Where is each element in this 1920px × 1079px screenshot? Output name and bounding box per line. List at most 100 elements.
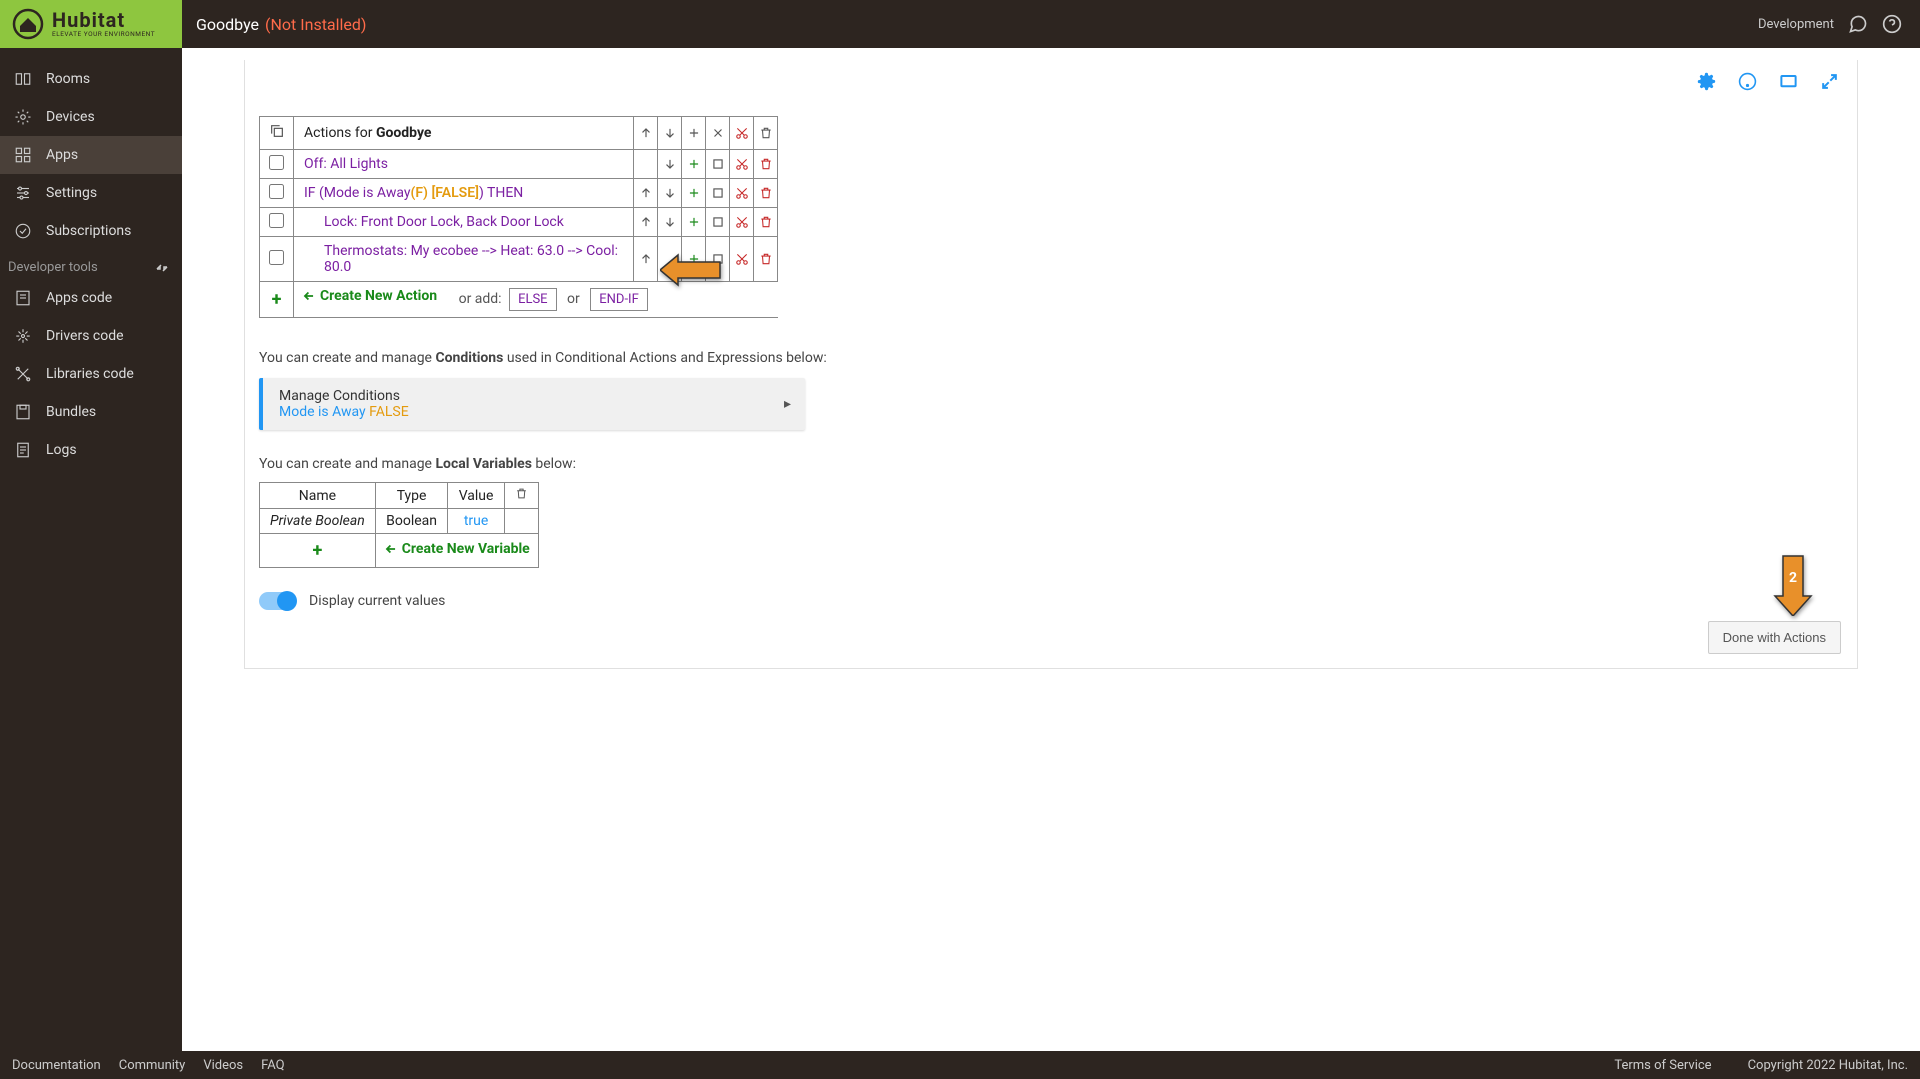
callout-arrow-2: 2 xyxy=(1771,554,1815,620)
done-with-actions-button[interactable]: Done with Actions xyxy=(1708,621,1841,654)
settings-icon xyxy=(14,184,32,202)
action-text[interactable]: IF (Mode is Away(F) [FALSE]) THEN xyxy=(294,179,634,208)
local-vars-table: Name Type Value Private Boolean Boolean … xyxy=(259,482,539,568)
sidebar-item-librariescode[interactable]: Libraries code xyxy=(0,355,182,393)
row-up-icon[interactable] xyxy=(634,208,658,237)
topbar: Hubitat ELEVATE YOUR ENVIRONMENT Goodbye… xyxy=(0,0,1920,48)
footer-link-faq[interactable]: FAQ xyxy=(261,1058,284,1073)
footer-copyright: Copyright 2022 Hubitat, Inc. xyxy=(1748,1058,1908,1073)
chevron-right-icon: ▸ xyxy=(784,396,791,412)
row-up-icon[interactable] xyxy=(634,237,658,282)
action-text[interactable]: Thermostats: My ecobee --> Heat: 63.0 --… xyxy=(294,237,634,282)
footer-link-community[interactable]: Community xyxy=(119,1058,186,1073)
sidebar-item-appscode[interactable]: Apps code xyxy=(0,279,182,317)
librariescode-icon xyxy=(14,365,32,383)
row-stop-icon[interactable] xyxy=(706,208,730,237)
sidebar: Rooms Devices Apps Settings Subscription… xyxy=(0,48,182,1051)
rooms-icon xyxy=(14,70,32,88)
appscode-icon xyxy=(14,289,32,307)
localvars-intro: You can create and manage Local Variable… xyxy=(259,456,1843,472)
sidebar-item-logs[interactable]: Logs xyxy=(0,431,182,469)
collapse-icon[interactable] xyxy=(156,262,168,274)
action-row: Lock: Front Door Lock, Back Door Lock xyxy=(260,208,778,237)
actions-header-row: Actions for Goodbye xyxy=(260,117,778,150)
row-delete-icon[interactable] xyxy=(754,237,778,282)
callout-arrow-1 xyxy=(660,253,722,291)
footer-link-videos[interactable]: Videos xyxy=(203,1058,243,1073)
row-stop-icon[interactable] xyxy=(706,150,730,179)
row-down-icon[interactable] xyxy=(658,150,682,179)
header-up-icon[interactable] xyxy=(634,117,658,150)
action-row: IF (Mode is Away(F) [FALSE]) THEN xyxy=(260,179,778,208)
header-down-icon[interactable] xyxy=(658,117,682,150)
row-down-icon[interactable] xyxy=(658,208,682,237)
sidebar-item-bundles[interactable]: Bundles xyxy=(0,393,182,431)
row-cut-icon[interactable] xyxy=(730,179,754,208)
manage-conditions-box[interactable]: Manage Conditions Mode is Away FALSE ▸ xyxy=(259,378,805,430)
row-add-icon[interactable] xyxy=(682,150,706,179)
logo[interactable]: Hubitat ELEVATE YOUR ENVIRONMENT xyxy=(0,0,182,48)
add-action-button[interactable]: + xyxy=(260,282,294,318)
header-delete-icon[interactable] xyxy=(754,117,778,150)
row-delete-icon[interactable] xyxy=(754,179,778,208)
row-checkbox[interactable] xyxy=(269,155,284,170)
vars-delete-header-icon[interactable] xyxy=(504,483,538,509)
row-down-icon[interactable] xyxy=(658,179,682,208)
row-cut-icon[interactable] xyxy=(730,150,754,179)
help-circle-icon[interactable] xyxy=(1738,72,1757,91)
create-new-variable-link[interactable]: Create New Variable xyxy=(384,541,530,557)
logo-text: Hubitat ELEVATE YOUR ENVIRONMENT xyxy=(52,10,155,38)
row-stop-icon[interactable] xyxy=(706,179,730,208)
conditions-intro: You can create and manage Conditions use… xyxy=(259,350,1843,366)
header-cancel-icon[interactable] xyxy=(706,117,730,150)
footer-link-documentation[interactable]: Documentation xyxy=(12,1058,101,1073)
sidebar-item-driverscode[interactable]: Drivers code xyxy=(0,317,182,355)
sidebar-item-devices[interactable]: Devices xyxy=(0,98,182,136)
footer-terms[interactable]: Terms of Service xyxy=(1614,1058,1711,1073)
sidebar-dev-section: Developer tools xyxy=(0,250,182,279)
endif-button[interactable]: END-IF xyxy=(590,288,648,311)
var-row: Private Boolean Boolean true xyxy=(260,509,539,534)
row-checkbox[interactable] xyxy=(269,184,284,199)
footer: Documentation Community Videos FAQ Terms… xyxy=(0,1051,1920,1079)
header-add-icon[interactable] xyxy=(682,117,706,150)
action-text[interactable]: Lock: Front Door Lock, Back Door Lock xyxy=(294,208,634,237)
row-checkbox[interactable] xyxy=(269,250,284,265)
page-title: Goodbye (Not Installed) xyxy=(182,15,367,34)
header-cut-icon[interactable] xyxy=(730,117,754,150)
subscriptions-icon xyxy=(14,222,32,240)
content-area: Actions for Goodbye Off: All Lights xyxy=(182,48,1920,1051)
help-icon[interactable] xyxy=(1882,14,1902,34)
row-add-icon[interactable] xyxy=(682,179,706,208)
display-values-toggle[interactable] xyxy=(259,592,295,610)
row-add-icon[interactable] xyxy=(682,208,706,237)
row-delete-icon[interactable] xyxy=(754,208,778,237)
sidebar-item-subscriptions[interactable]: Subscriptions xyxy=(0,212,182,250)
apps-icon xyxy=(14,146,32,164)
row-delete-icon[interactable] xyxy=(754,150,778,179)
var-value-cell[interactable]: true xyxy=(448,509,504,534)
row-up-icon[interactable] xyxy=(634,179,658,208)
display-values-toggle-row: Display current values xyxy=(259,592,1843,610)
copy-all-icon[interactable] xyxy=(260,117,294,150)
row-cut-icon[interactable] xyxy=(730,237,754,282)
add-var-button[interactable]: + xyxy=(260,534,376,568)
action-text[interactable]: Off: All Lights xyxy=(294,150,634,179)
bundles-icon xyxy=(14,403,32,421)
driverscode-icon xyxy=(14,327,32,345)
logo-icon xyxy=(12,8,44,40)
feedback-icon[interactable] xyxy=(1848,14,1868,34)
expand-icon[interactable] xyxy=(1820,72,1839,91)
sidebar-item-apps[interactable]: Apps xyxy=(0,136,182,174)
gear-icon[interactable] xyxy=(1697,72,1716,91)
sidebar-item-settings[interactable]: Settings xyxy=(0,174,182,212)
sidebar-item-rooms[interactable]: Rooms xyxy=(0,60,182,98)
logs-icon xyxy=(14,441,32,459)
create-new-action-link[interactable]: Create New Action xyxy=(302,288,437,304)
monitor-icon[interactable] xyxy=(1779,72,1798,91)
svg-text:2: 2 xyxy=(1789,570,1797,586)
row-checkbox[interactable] xyxy=(269,213,284,228)
else-button[interactable]: ELSE xyxy=(509,288,557,311)
dev-mode-label: Development xyxy=(1758,17,1834,32)
row-cut-icon[interactable] xyxy=(730,208,754,237)
